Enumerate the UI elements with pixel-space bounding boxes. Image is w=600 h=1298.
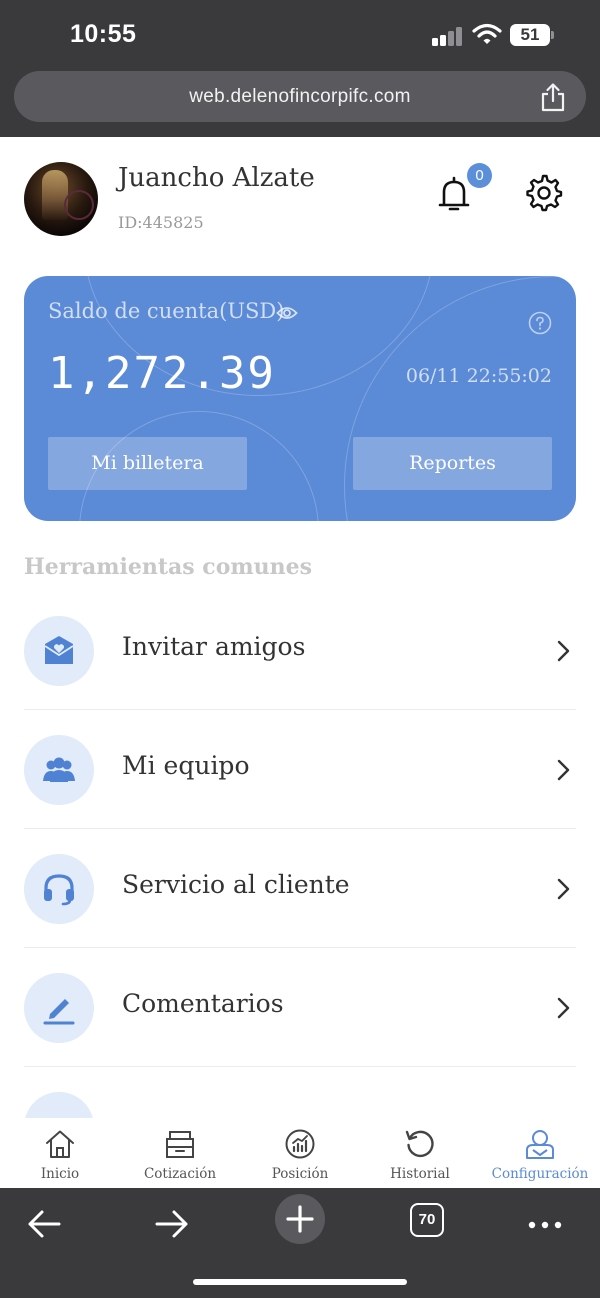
status-time: 10:55	[70, 20, 137, 48]
divider	[24, 828, 576, 829]
divider	[24, 947, 576, 948]
tool-icon-circle	[24, 854, 94, 924]
help-icon[interactable]	[528, 311, 552, 335]
battery-icon: 51	[510, 24, 550, 46]
tool-customer-service[interactable]: Servicio al cliente	[24, 830, 576, 948]
eye-icon[interactable]	[276, 305, 298, 321]
avatar-hoop	[64, 190, 94, 220]
tab-posicion[interactable]: Posición	[240, 1118, 360, 1188]
user-name: Juancho Alzate	[118, 163, 315, 193]
tab-label: Posición	[271, 1166, 329, 1182]
divider	[24, 1066, 576, 1067]
tab-label: Configuración	[491, 1166, 589, 1182]
balance-amount: 1,272.39	[48, 348, 276, 399]
bell-icon[interactable]	[436, 174, 472, 214]
tool-label: Mi equipo	[122, 751, 250, 780]
chevron-right-icon	[557, 997, 570, 1019]
share-icon[interactable]	[539, 82, 567, 112]
forward-arrow-icon[interactable]	[142, 1194, 202, 1254]
chevron-right-icon	[557, 640, 570, 662]
balance-label: Saldo de cuenta(USD)	[48, 299, 285, 323]
tabs-count-button[interactable]: 70	[410, 1203, 444, 1237]
tool-invite-friends[interactable]: Invitar amigos	[24, 592, 576, 710]
reports-button[interactable]: Reportes	[353, 437, 552, 490]
bottom-tab-bar: Inicio Cotización Posición Historial Con…	[0, 1118, 600, 1188]
tool-label: Comentarios	[122, 989, 284, 1018]
pencil-icon	[43, 999, 75, 1025]
user-icon	[526, 1130, 554, 1159]
team-icon	[43, 757, 75, 782]
wallet-button[interactable]: Mi billetera	[48, 437, 247, 490]
headset-icon	[44, 874, 74, 906]
balance-card: Saldo de cuenta(USD) 1,272.39 06/11 22:5…	[24, 276, 576, 521]
home-indicator	[193, 1279, 407, 1285]
tool-label: Servicio al cliente	[122, 870, 350, 899]
tab-historial[interactable]: Historial	[360, 1118, 480, 1188]
tab-label: Historial	[390, 1166, 450, 1182]
chart-circle-icon	[285, 1129, 315, 1159]
plus-icon	[286, 1205, 314, 1233]
battery-nub	[551, 31, 554, 39]
tool-icon-circle	[24, 735, 94, 805]
tools-section-title: Herramientas comunes	[24, 554, 313, 580]
cellular-signal-icon	[432, 26, 464, 46]
more-options-icon[interactable]	[515, 1194, 575, 1254]
tool-icon-circle	[24, 973, 94, 1043]
new-tab-button[interactable]	[275, 1194, 325, 1244]
archive-box-icon	[166, 1131, 194, 1158]
tab-configuracion[interactable]: Configuración	[480, 1118, 600, 1188]
balance-timestamp: 06/11 22:55:02	[405, 365, 552, 387]
chevron-right-icon	[557, 759, 570, 781]
tool-row-partial[interactable]	[24, 1078, 576, 1118]
browser-top-chrome: 10:55 51 web.delenofincorpifc.com	[0, 0, 600, 137]
envelope-heart-icon	[44, 636, 74, 664]
home-icon	[46, 1130, 74, 1158]
tool-icon-circle	[24, 1092, 94, 1118]
tab-inicio[interactable]: Inicio	[0, 1118, 120, 1188]
chevron-right-icon	[557, 878, 570, 900]
notification-badge: 0	[467, 163, 492, 188]
tab-label: Inicio	[40, 1166, 80, 1182]
wifi-icon	[472, 23, 502, 44]
tool-comments[interactable]: Comentarios	[24, 949, 576, 1067]
tool-my-team[interactable]: Mi equipo	[24, 711, 576, 829]
url-text[interactable]: web.delenofincorpifc.com	[14, 71, 586, 122]
divider	[24, 709, 576, 710]
tool-icon-circle	[24, 616, 94, 686]
avatar-figure	[42, 170, 68, 220]
back-arrow-icon[interactable]	[14, 1194, 74, 1254]
avatar[interactable]	[24, 162, 98, 236]
tab-label: Cotización	[143, 1166, 217, 1182]
tool-label: Invitar amigos	[122, 632, 306, 661]
tab-cotizacion[interactable]: Cotización	[120, 1118, 240, 1188]
user-id: ID:445825	[118, 213, 204, 232]
address-bar[interactable]: web.delenofincorpifc.com	[14, 71, 586, 122]
history-icon	[405, 1130, 434, 1158]
gear-icon[interactable]	[525, 174, 563, 212]
